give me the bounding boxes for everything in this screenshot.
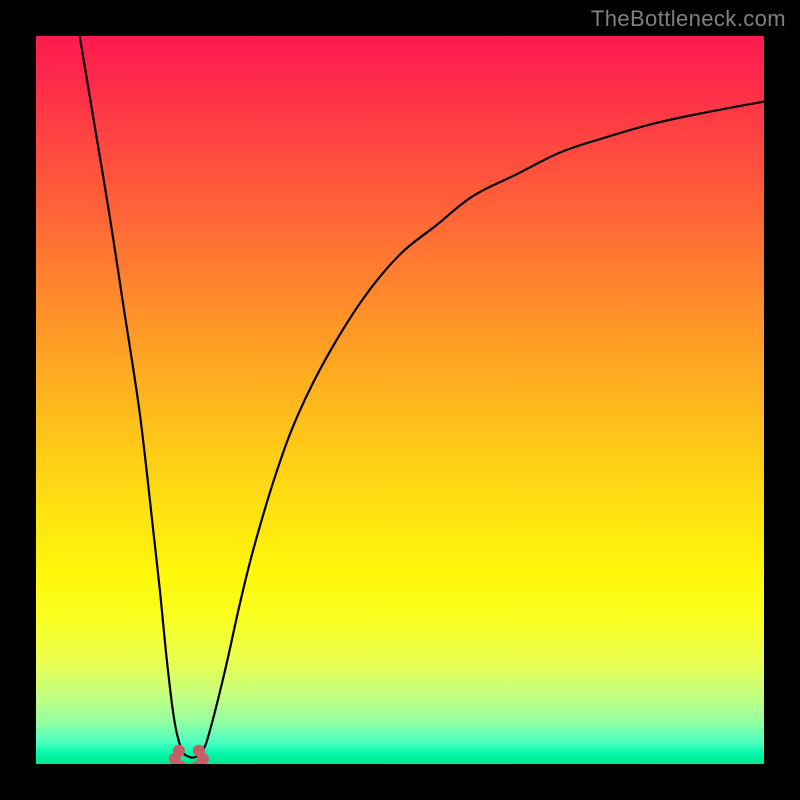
trough-marker — [169, 745, 209, 764]
curve-svg — [36, 36, 764, 764]
chart-frame: TheBottleneck.com — [0, 0, 800, 800]
plot-area — [36, 36, 764, 764]
watermark-text: TheBottleneck.com — [591, 6, 786, 32]
curve-line — [80, 36, 764, 758]
bottleneck-curve — [80, 36, 764, 758]
